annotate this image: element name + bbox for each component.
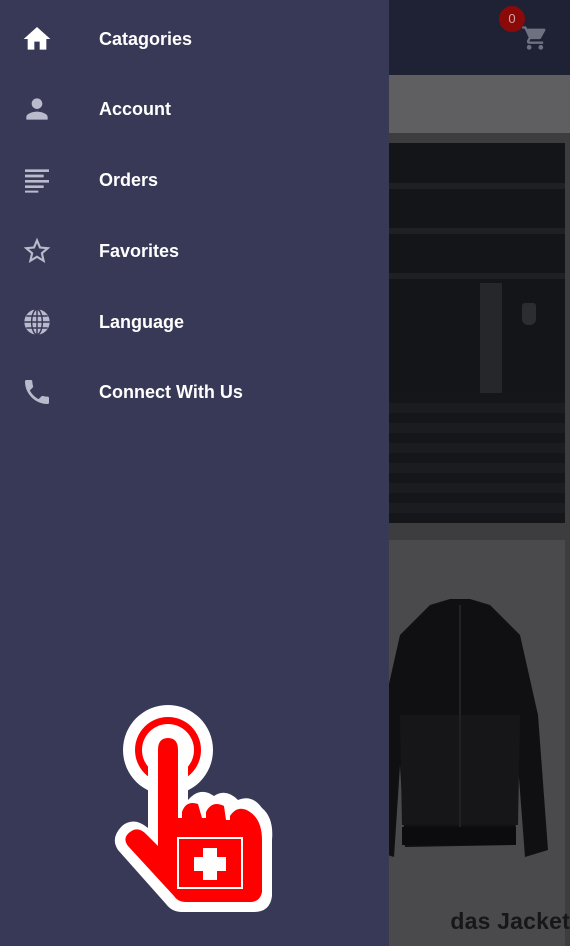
navigation-drawer: Catagories Account Orders Favorites Lang… (0, 0, 389, 946)
menu-item-label: Catagories (99, 29, 193, 49)
menu-item-orders[interactable]: Orders (0, 145, 389, 215)
globe-icon (20, 306, 54, 338)
menu-item-categories[interactable]: Catagories (0, 4, 389, 74)
menu-item-label: Language (99, 312, 185, 332)
star-outline-icon (20, 235, 54, 267)
menu-item-label: Favorites (99, 241, 180, 261)
jacket-image (372, 599, 548, 857)
menu-item-label: Connect With Us (99, 382, 243, 402)
shopping-cart-icon[interactable] (520, 24, 550, 52)
menu-item-label: Account (99, 99, 171, 119)
menu-item-favorites[interactable]: Favorites (0, 216, 389, 286)
cart-count-badge: 0 (499, 6, 525, 32)
phone-icon (20, 376, 54, 408)
swiss-tap-hand-icon (114, 705, 273, 912)
menu-item-account[interactable]: Account (0, 74, 389, 144)
banner-image[interactable] (360, 143, 565, 523)
person-icon (20, 93, 54, 125)
home-icon (20, 23, 54, 55)
menu-item-language[interactable]: Language (0, 287, 389, 357)
list-icon (20, 164, 54, 196)
menu-item-connect-with-us[interactable]: Connect With Us (0, 357, 389, 427)
menu-item-label: Orders (99, 170, 159, 190)
